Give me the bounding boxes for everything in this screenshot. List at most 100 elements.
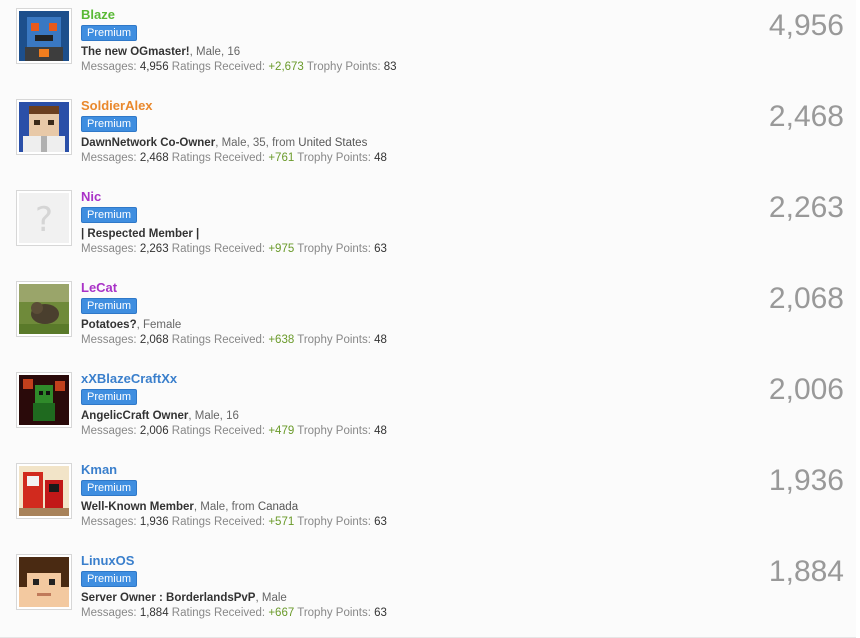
user-info: Server Owner : BorderlandsPvP, Male (81, 591, 736, 605)
user-info: DawnNetwork Co-Owner, Male, 35, from Uni… (81, 136, 736, 150)
member-row: SoldierAlex Premium DawnNetwork Co-Owner… (0, 91, 856, 183)
messages-label: Messages: (81, 516, 137, 528)
blaze-avatar[interactable] (16, 8, 72, 64)
user-details: , Male, 35, (215, 137, 273, 149)
user-stats: Messages: 2,468 Ratings Received: +761 T… (81, 151, 736, 166)
user-stats: Messages: 1,884 Ratings Received: +667 T… (81, 606, 736, 621)
username-link[interactable]: Kman (81, 461, 736, 478)
ratings-value: +2,673 (268, 61, 304, 73)
premium-badge: Premium (81, 298, 138, 314)
message-count: 2,068 (768, 282, 844, 315)
user-details: , Male (255, 592, 287, 604)
message-count: 2,468 (768, 100, 844, 133)
messages-label: Messages: (81, 334, 137, 346)
user-location[interactable]: United States (298, 137, 367, 149)
ratings-label: Ratings Received: (171, 425, 266, 437)
from-label: from (231, 501, 255, 513)
messages-value: 1,884 (139, 607, 169, 619)
user-details: , Male, 16 (189, 46, 241, 58)
trophy-value[interactable]: 48 (374, 152, 387, 164)
user-info: | Respected Member | (81, 227, 736, 241)
user-details: , Female (136, 319, 182, 331)
ratings-label: Ratings Received: (171, 61, 266, 73)
premium-badge: Premium (81, 571, 138, 587)
premium-badge: Premium (81, 25, 138, 41)
messages-value: 4,956 (139, 61, 169, 73)
messages-label: Messages: (81, 61, 137, 73)
trophy-label: Trophy Points: (297, 152, 371, 164)
user-stats: Messages: 2,068 Ratings Received: +638 T… (81, 333, 736, 348)
trophy-value[interactable]: 63 (374, 243, 387, 255)
ratings-label: Ratings Received: (171, 516, 266, 528)
user-info: Potatoes?, Female (81, 318, 736, 332)
username-link[interactable]: Nic (81, 188, 736, 205)
message-count: 2,263 (768, 191, 844, 224)
trophy-label: Trophy Points: (297, 334, 371, 346)
user-stats: Messages: 2,006 Ratings Received: +479 T… (81, 424, 736, 439)
user-info: The new OGmaster!, Male, 16 (81, 45, 736, 59)
trophy-label: Trophy Points: (306, 61, 381, 73)
ratings-value: +638 (268, 334, 295, 346)
user-title: Server Owner : BorderlandsPvP (81, 592, 256, 604)
user-stats: Messages: 2,263 Ratings Received: +975 T… (81, 242, 736, 257)
kman-avatar[interactable] (16, 463, 72, 519)
message-count: 4,956 (768, 9, 844, 42)
user-location[interactable]: Canada (258, 501, 298, 513)
premium-badge: Premium (81, 116, 138, 132)
messages-value: 2,468 (139, 152, 169, 164)
trophy-value[interactable]: 83 (384, 61, 397, 73)
ratings-value: +667 (268, 607, 295, 619)
messages-label: Messages: (81, 243, 137, 255)
user-title: DawnNetwork Co-Owner (81, 137, 216, 149)
lecat-avatar[interactable] (16, 281, 72, 337)
messages-label: Messages: (81, 425, 137, 437)
ratings-value: +571 (268, 516, 295, 528)
ratings-value: +761 (268, 152, 295, 164)
message-count: 2,006 (768, 373, 844, 406)
premium-badge: Premium (81, 480, 138, 496)
premium-badge: Premium (81, 207, 138, 223)
linuxos-avatar[interactable] (16, 554, 72, 610)
trophy-value[interactable]: 63 (374, 607, 387, 619)
user-info: AngelicCraft Owner, Male, 16 (81, 409, 736, 423)
trophy-value[interactable]: 48 (374, 425, 387, 437)
user-stats: Messages: 4,956 Ratings Received: +2,673… (81, 60, 736, 75)
trophy-label: Trophy Points: (297, 607, 371, 619)
question-mark-icon: ? (35, 200, 53, 240)
username-link[interactable]: xXBlazeCraftXx (81, 370, 736, 387)
messages-label: Messages: (81, 607, 137, 619)
trophy-label: Trophy Points: (297, 425, 371, 437)
ratings-label: Ratings Received: (171, 152, 266, 164)
trophy-value[interactable]: 48 (374, 334, 387, 346)
trophy-label: Trophy Points: (297, 243, 371, 255)
messages-value: 2,006 (139, 425, 169, 437)
username-link[interactable]: SoldierAlex (81, 97, 736, 114)
member-row: LinuxOS Premium Server Owner : Borderlan… (0, 546, 856, 638)
user-details: , Male, (193, 501, 232, 513)
message-count: 1,884 (768, 555, 844, 588)
ratings-label: Ratings Received: (171, 243, 266, 255)
from-label: from (272, 137, 296, 149)
user-title: Well-Known Member (81, 501, 194, 513)
trophy-value[interactable]: 63 (374, 516, 387, 528)
ratings-value: +479 (268, 425, 295, 437)
user-title: The new OGmaster! (81, 46, 190, 58)
user-info: Well-Known Member, Male, from Canada (81, 500, 736, 514)
default-avatar[interactable]: ? (16, 190, 72, 246)
soldieralex-avatar[interactable] (16, 99, 72, 155)
ratings-value: +975 (268, 243, 295, 255)
member-list: Blaze Premium The new OGmaster!, Male, 1… (0, 0, 860, 638)
user-title: AngelicCraft Owner (81, 410, 189, 422)
messages-label: Messages: (81, 152, 137, 164)
premium-badge: Premium (81, 389, 138, 405)
user-stats: Messages: 1,936 Ratings Received: +571 T… (81, 515, 736, 530)
username-link[interactable]: LeCat (81, 279, 736, 296)
messages-value: 1,936 (139, 516, 169, 528)
member-row: LeCat Premium Potatoes?, Female Messages… (0, 273, 856, 365)
xxblazecraftxx-avatar[interactable] (16, 372, 72, 428)
username-link[interactable]: Blaze (81, 6, 736, 23)
username-link[interactable]: LinuxOS (81, 552, 736, 569)
member-row: ? Nic Premium | Respected Member | Messa… (0, 182, 856, 274)
user-details: , Male, 16 (188, 410, 239, 422)
member-row: Blaze Premium The new OGmaster!, Male, 1… (0, 0, 856, 92)
